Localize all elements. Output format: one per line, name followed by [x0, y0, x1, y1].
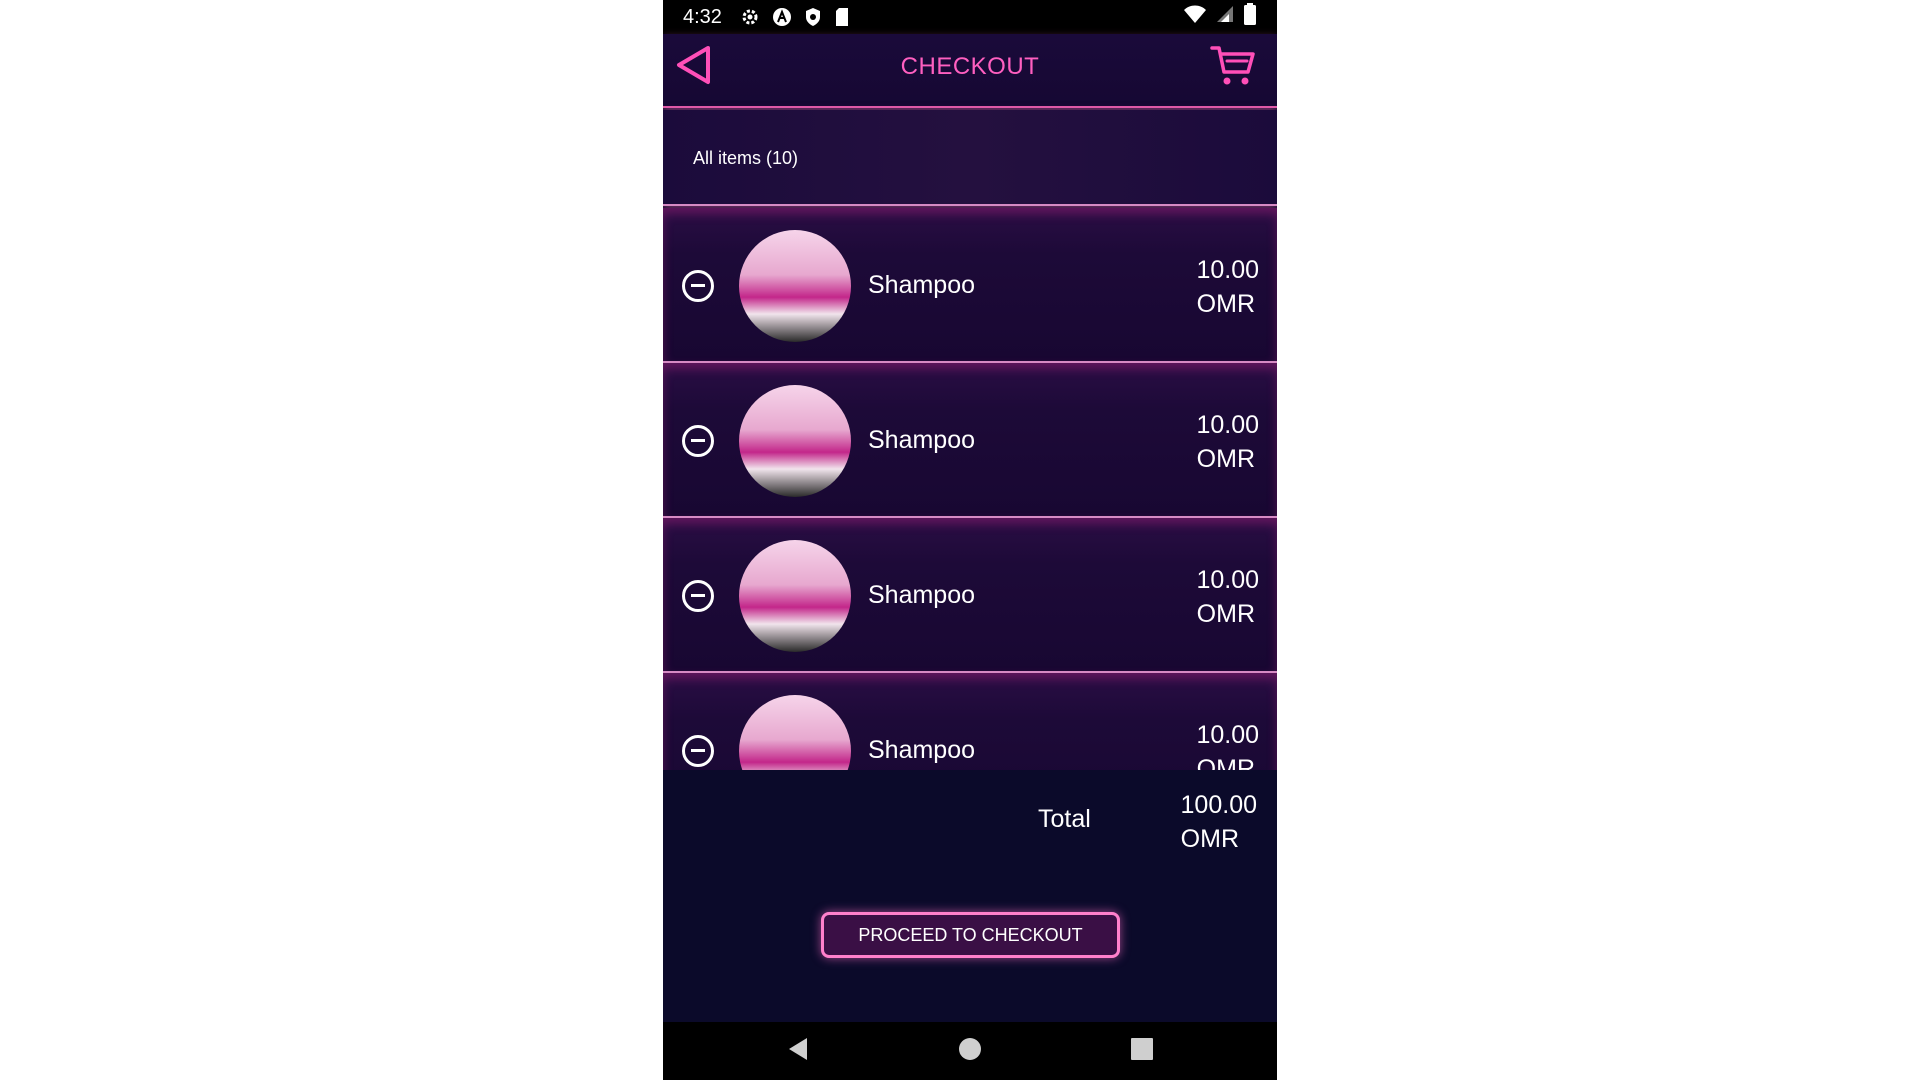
product-name: Shampoo: [868, 271, 976, 299]
price-amount: 10.00: [1196, 411, 1259, 439]
nav-home-icon: [957, 1036, 983, 1067]
remove-item-button[interactable]: [682, 425, 714, 457]
remove-item-button[interactable]: [682, 580, 714, 612]
product-name: Shampoo: [868, 736, 976, 764]
cart-button[interactable]: [1209, 44, 1257, 92]
cart-list[interactable]: Shampoo 10.00 OMR Shampoo 10.00 OMR Sham…: [663, 208, 1277, 770]
app-header: CHECKOUT: [663, 34, 1277, 108]
product-image: [739, 695, 851, 770]
status-bar: 4:32: [663, 0, 1277, 34]
price-amount: 10.00: [1196, 721, 1259, 749]
battery-icon: [1243, 3, 1257, 31]
a-circle-icon: [772, 7, 792, 27]
cart-item[interactable]: Shampoo 10.00 OMR: [663, 363, 1277, 518]
system-nav-bar: [663, 1022, 1277, 1080]
price-currency: OMR: [1196, 755, 1255, 770]
cart-item[interactable]: Shampoo 10.00 OMR: [663, 208, 1277, 363]
product-image: [739, 540, 851, 652]
price-amount: 10.00: [1196, 256, 1259, 284]
product-price: 10.00 OMR: [1149, 718, 1259, 770]
product-name: Shampoo: [868, 426, 976, 454]
price-currency: OMR: [1196, 445, 1255, 473]
product-price: 10.00 OMR: [1149, 563, 1259, 631]
sd-card-icon: [834, 7, 850, 27]
order-summary: Total 100.00 OMR PROCEED TO CHECKOUT: [663, 770, 1277, 1022]
price-amount: 10.00: [1196, 566, 1259, 594]
status-time: 4:32: [683, 5, 722, 28]
total-label: Total: [1038, 805, 1091, 833]
shield-icon: [804, 7, 822, 27]
price-currency: OMR: [1196, 600, 1255, 628]
product-price: 10.00 OMR: [1149, 253, 1259, 321]
signal-icon: [1215, 4, 1235, 30]
cart-item[interactable]: Shampoo 10.00 OMR: [663, 673, 1277, 770]
remove-item-button[interactable]: [682, 735, 714, 767]
product-image: [739, 230, 851, 342]
product-image: [739, 385, 851, 497]
product-name: Shampoo: [868, 581, 976, 609]
proceed-to-checkout-button[interactable]: PROCEED TO CHECKOUT: [821, 912, 1120, 958]
nav-recents-button[interactable]: [1112, 1022, 1172, 1080]
wifi-icon: [1183, 4, 1207, 30]
nav-home-button[interactable]: [940, 1022, 1000, 1080]
cart-item[interactable]: Shampoo 10.00 OMR: [663, 518, 1277, 673]
product-price: 10.00 OMR: [1149, 408, 1259, 476]
total-amount: 100.00: [1180, 791, 1257, 819]
total-value: 100.00 OMR: [1137, 788, 1257, 856]
cart-icon: [1210, 44, 1256, 93]
nav-recents-icon: [1129, 1036, 1155, 1067]
page-title: CHECKOUT: [900, 53, 1040, 80]
items-count-header: All items (10): [663, 110, 1277, 206]
nav-back-button[interactable]: [768, 1022, 828, 1080]
price-currency: OMR: [1196, 290, 1255, 318]
remove-item-button[interactable]: [682, 270, 714, 302]
gear-icon: [740, 7, 760, 27]
total-currency: OMR: [1180, 825, 1239, 853]
phone-screen: 4:32 CHECKOUT All items (10) Shampoo 10.…: [663, 0, 1277, 1080]
nav-back-icon: [785, 1036, 811, 1067]
items-count-label: All items (10): [693, 148, 799, 168]
